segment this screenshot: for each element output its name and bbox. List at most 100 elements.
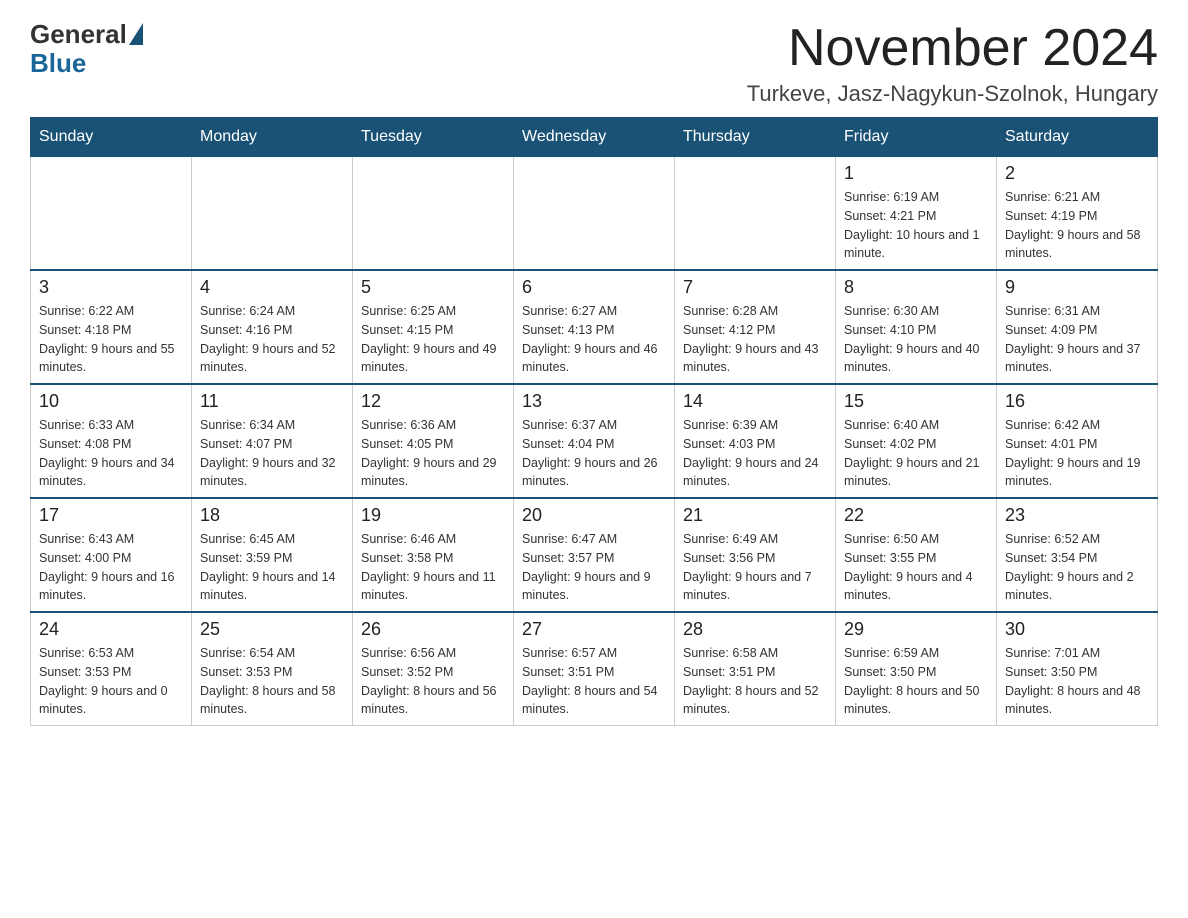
day-info: Sunrise: 6:49 AMSunset: 3:56 PMDaylight:… (683, 530, 827, 605)
calendar-cell: 26 Sunrise: 6:56 AMSunset: 3:52 PMDayligh… (353, 612, 514, 726)
calendar-cell: 15 Sunrise: 6:40 AMSunset: 4:02 PMDayligh… (836, 384, 997, 498)
location-title: Turkeve, Jasz-Nagykun-Szolnok, Hungary (747, 81, 1158, 107)
calendar-cell (514, 157, 675, 271)
calendar-cell: 9Sunrise: 6:31 AMSunset: 4:09 PMDaylight… (997, 270, 1158, 384)
day-info: Sunrise: 6:58 AMSunset: 3:51 PMDaylight:… (683, 644, 827, 719)
calendar-cell: 12 Sunrise: 6:36 AMSunset: 4:05 PMDayligh… (353, 384, 514, 498)
calendar-body: 1 Sunrise: 6:19 AMSunset: 4:21 PMDaylight… (31, 157, 1158, 726)
logo-general-text: General (30, 20, 127, 49)
calendar-cell: 11 Sunrise: 6:34 AMSunset: 4:07 PMDayligh… (192, 384, 353, 498)
day-number: 5 (361, 277, 505, 298)
calendar-cell: 13 Sunrise: 6:37 AMSunset: 4:04 PMDayligh… (514, 384, 675, 498)
day-info: Sunrise: 6:42 AMSunset: 4:01 PMDaylight:… (1005, 416, 1149, 491)
day-info: Sunrise: 6:53 AMSunset: 3:53 PMDaylight:… (39, 644, 183, 719)
calendar-cell (353, 157, 514, 271)
calendar-table: SundayMondayTuesdayWednesdayThursdayFrid… (30, 117, 1158, 726)
calendar-cell (31, 157, 192, 271)
calendar-cell: 21Sunrise: 6:49 AMSunset: 3:56 PMDayligh… (675, 498, 836, 612)
day-number: 7 (683, 277, 827, 298)
day-info: Sunrise: 6:19 AMSunset: 4:21 PMDaylight:… (844, 188, 988, 263)
logo-blue-text: Blue (30, 49, 86, 78)
calendar-cell: 10Sunrise: 6:33 AMSunset: 4:08 PMDayligh… (31, 384, 192, 498)
day-info: Sunrise: 6:31 AMSunset: 4:09 PMDaylight:… (1005, 302, 1149, 377)
day-number: 13 (522, 391, 666, 412)
calendar-week-row: 24 Sunrise: 6:53 AMSunset: 3:53 PMDayligh… (31, 612, 1158, 726)
day-info: Sunrise: 6:59 AMSunset: 3:50 PMDaylight:… (844, 644, 988, 719)
day-info: Sunrise: 6:28 AMSunset: 4:12 PMDaylight:… (683, 302, 827, 377)
weekday-header-tuesday: Tuesday (353, 118, 514, 157)
day-info: Sunrise: 6:45 AMSunset: 3:59 PMDaylight:… (200, 530, 344, 605)
calendar-cell: 22 Sunrise: 6:50 AMSunset: 3:55 PMDayligh… (836, 498, 997, 612)
day-number: 28 (683, 619, 827, 640)
calendar-cell: 19 Sunrise: 6:46 AMSunset: 3:58 PMDayligh… (353, 498, 514, 612)
day-info: Sunrise: 6:54 AMSunset: 3:53 PMDaylight:… (200, 644, 344, 719)
calendar-week-row: 10Sunrise: 6:33 AMSunset: 4:08 PMDayligh… (31, 384, 1158, 498)
calendar-cell: 6 Sunrise: 6:27 AMSunset: 4:13 PMDaylight… (514, 270, 675, 384)
day-info: Sunrise: 6:34 AMSunset: 4:07 PMDaylight:… (200, 416, 344, 491)
day-info: Sunrise: 6:57 AMSunset: 3:51 PMDaylight:… (522, 644, 666, 719)
day-number: 25 (200, 619, 344, 640)
day-number: 4 (200, 277, 344, 298)
page-header: General Blue November 2024 Turkeve, Jasz… (30, 20, 1158, 107)
calendar-cell: 4 Sunrise: 6:24 AMSunset: 4:16 PMDaylight… (192, 270, 353, 384)
calendar-cell: 5Sunrise: 6:25 AMSunset: 4:15 PMDaylight… (353, 270, 514, 384)
calendar-cell: 30 Sunrise: 7:01 AMSunset: 3:50 PMDayligh… (997, 612, 1158, 726)
day-info: Sunrise: 6:47 AMSunset: 3:57 PMDaylight:… (522, 530, 666, 605)
day-number: 19 (361, 505, 505, 526)
day-info: Sunrise: 6:56 AMSunset: 3:52 PMDaylight:… (361, 644, 505, 719)
day-info: Sunrise: 6:24 AMSunset: 4:16 PMDaylight:… (200, 302, 344, 377)
day-number: 22 (844, 505, 988, 526)
calendar-cell: 16 Sunrise: 6:42 AMSunset: 4:01 PMDayligh… (997, 384, 1158, 498)
day-number: 6 (522, 277, 666, 298)
day-info: Sunrise: 6:37 AMSunset: 4:04 PMDaylight:… (522, 416, 666, 491)
day-info: Sunrise: 7:01 AMSunset: 3:50 PMDaylight:… (1005, 644, 1149, 719)
calendar-week-row: 17Sunrise: 6:43 AMSunset: 4:00 PMDayligh… (31, 498, 1158, 612)
calendar-cell: 14Sunrise: 6:39 AMSunset: 4:03 PMDayligh… (675, 384, 836, 498)
day-number: 11 (200, 391, 344, 412)
weekday-header-saturday: Saturday (997, 118, 1158, 157)
day-info: Sunrise: 6:39 AMSunset: 4:03 PMDaylight:… (683, 416, 827, 491)
calendar-cell: 2Sunrise: 6:21 AMSunset: 4:19 PMDaylight… (997, 157, 1158, 271)
day-info: Sunrise: 6:52 AMSunset: 3:54 PMDaylight:… (1005, 530, 1149, 605)
day-number: 3 (39, 277, 183, 298)
day-number: 12 (361, 391, 505, 412)
day-info: Sunrise: 6:50 AMSunset: 3:55 PMDaylight:… (844, 530, 988, 605)
day-number: 18 (200, 505, 344, 526)
day-number: 20 (522, 505, 666, 526)
calendar-cell: 8Sunrise: 6:30 AMSunset: 4:10 PMDaylight… (836, 270, 997, 384)
weekday-header-friday: Friday (836, 118, 997, 157)
calendar-cell: 27Sunrise: 6:57 AMSunset: 3:51 PMDayligh… (514, 612, 675, 726)
calendar-cell: 24 Sunrise: 6:53 AMSunset: 3:53 PMDayligh… (31, 612, 192, 726)
day-number: 10 (39, 391, 183, 412)
calendar-cell (192, 157, 353, 271)
calendar-header: SundayMondayTuesdayWednesdayThursdayFrid… (31, 118, 1158, 157)
day-number: 26 (361, 619, 505, 640)
weekday-header-wednesday: Wednesday (514, 118, 675, 157)
title-section: November 2024 Turkeve, Jasz-Nagykun-Szol… (747, 20, 1158, 107)
day-number: 1 (844, 163, 988, 184)
calendar-cell: 18 Sunrise: 6:45 AMSunset: 3:59 PMDayligh… (192, 498, 353, 612)
day-number: 15 (844, 391, 988, 412)
day-info: Sunrise: 6:30 AMSunset: 4:10 PMDaylight:… (844, 302, 988, 377)
day-info: Sunrise: 6:36 AMSunset: 4:05 PMDaylight:… (361, 416, 505, 491)
day-number: 30 (1005, 619, 1149, 640)
calendar-cell (675, 157, 836, 271)
calendar-cell: 17Sunrise: 6:43 AMSunset: 4:00 PMDayligh… (31, 498, 192, 612)
day-info: Sunrise: 6:40 AMSunset: 4:02 PMDaylight:… (844, 416, 988, 491)
day-info: Sunrise: 6:21 AMSunset: 4:19 PMDaylight:… (1005, 188, 1149, 263)
weekday-header-sunday: Sunday (31, 118, 192, 157)
day-number: 29 (844, 619, 988, 640)
calendar-cell: 23Sunrise: 6:52 AMSunset: 3:54 PMDayligh… (997, 498, 1158, 612)
month-title: November 2024 (747, 20, 1158, 77)
day-info: Sunrise: 6:43 AMSunset: 4:00 PMDaylight:… (39, 530, 183, 605)
logo-triangle-icon (129, 23, 143, 45)
day-info: Sunrise: 6:46 AMSunset: 3:58 PMDaylight:… (361, 530, 505, 605)
weekday-header-thursday: Thursday (675, 118, 836, 157)
weekday-header-row: SundayMondayTuesdayWednesdayThursdayFrid… (31, 118, 1158, 157)
day-number: 16 (1005, 391, 1149, 412)
day-info: Sunrise: 6:27 AMSunset: 4:13 PMDaylight:… (522, 302, 666, 377)
day-number: 24 (39, 619, 183, 640)
calendar-cell: 20 Sunrise: 6:47 AMSunset: 3:57 PMDayligh… (514, 498, 675, 612)
calendar-week-row: 1 Sunrise: 6:19 AMSunset: 4:21 PMDaylight… (31, 157, 1158, 271)
calendar-cell: 7 Sunrise: 6:28 AMSunset: 4:12 PMDaylight… (675, 270, 836, 384)
